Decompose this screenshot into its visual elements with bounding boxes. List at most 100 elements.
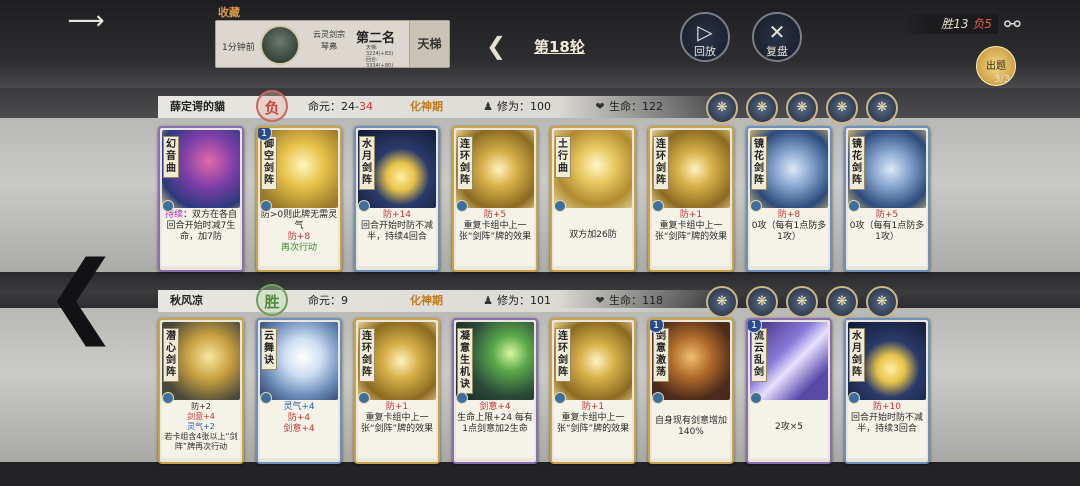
cultivation-text: 修为：100 bbox=[497, 100, 551, 113]
desc-qi: 灵气+4 bbox=[283, 402, 315, 412]
gem-icon bbox=[652, 392, 664, 404]
desc-text: 双方加26防 bbox=[569, 230, 617, 240]
replay-label: 回放 bbox=[694, 45, 716, 58]
card[interactable]: 土行曲 双方加26防 bbox=[550, 126, 636, 272]
skill-icon[interactable]: ❋ bbox=[826, 286, 858, 318]
review-label: 复盘 bbox=[766, 45, 788, 58]
round-title[interactable]: 第18轮 bbox=[534, 36, 585, 57]
chevron-left-icon[interactable]: ❮ bbox=[44, 250, 119, 340]
win-count: 胜13 bbox=[941, 17, 969, 31]
card-desc: 持续：双方在各自回合开始时减7生命，加7防 bbox=[162, 208, 240, 266]
card-name: 连环剑阵 bbox=[359, 328, 375, 382]
card-desc: 防+1 重复卡组中上一张“剑阵”牌的效果 bbox=[652, 208, 730, 266]
skill-icon[interactable]: ❋ bbox=[786, 92, 818, 124]
player1-result: 负 bbox=[256, 90, 288, 122]
player1-header: 薛定谔的貓 负 命元：24-34 化神期 ♟ 修为：100 ❤ 生命：122 bbox=[158, 90, 728, 122]
card-desc: 2攻×5 bbox=[750, 400, 828, 458]
player2-name: 秋风凉 bbox=[170, 294, 203, 307]
card[interactable]: 云舞诀 灵气+4 防+4 剑意+4 bbox=[256, 318, 342, 464]
card[interactable]: 水月剑阵 防+14 回合开始时防不减半，持续4回合 bbox=[354, 126, 440, 272]
card-desc: 灵气+4 防+4 剑意+4 bbox=[260, 400, 338, 458]
level-progress: 3/3 bbox=[994, 74, 1011, 85]
card[interactable]: 剑意激荡 1 自身现有剑意增加140% bbox=[648, 318, 734, 464]
back-arrow-icon[interactable]: ⟶ bbox=[64, 6, 108, 36]
desc-text: 自身现有剑意增加140% bbox=[654, 416, 727, 437]
card-name: 土行曲 bbox=[555, 136, 571, 178]
card-name: 水月剑阵 bbox=[359, 136, 375, 190]
avatar bbox=[260, 25, 300, 65]
win-loss-score: 胜13 负5 bbox=[902, 14, 998, 34]
share-icon[interactable]: ⚯ bbox=[1004, 12, 1021, 36]
skill-icon[interactable]: ❋ bbox=[786, 286, 818, 318]
card-name: 御空剑阵 bbox=[261, 136, 277, 190]
card-name: 连环剑阵 bbox=[457, 136, 473, 190]
card[interactable]: 镜花剑阵 防+8 0攻（每有1点防多1攻） bbox=[746, 126, 832, 272]
skill-icon[interactable]: ❋ bbox=[746, 286, 778, 318]
skill-icon[interactable]: ❋ bbox=[706, 286, 738, 318]
card[interactable]: 连环剑阵 防+5 重复卡组中上一张“剑阵”牌的效果 bbox=[452, 126, 538, 272]
player2-result: 胜 bbox=[256, 284, 288, 316]
crossed-swords-icon: ✕ bbox=[768, 20, 786, 44]
card-name: 幻音曲 bbox=[163, 136, 179, 178]
life-value: 9 bbox=[341, 294, 348, 307]
skill-icon[interactable]: ❋ bbox=[746, 92, 778, 124]
desc-def: 防+1 bbox=[581, 402, 605, 412]
review-button[interactable]: ✕ 复盘 bbox=[752, 12, 802, 62]
gem-icon bbox=[750, 200, 762, 212]
battle-replay-screen: ⟶ 收藏 1分钟前 云灵剑宗 琴弗 第二名 天梯: 3224(+83) 回合: 3… bbox=[0, 0, 1080, 486]
record-panel[interactable]: 1分钟前 云灵剑宗 琴弗 第二名 天梯: 3224(+83) 回合: 3334(+… bbox=[215, 20, 450, 69]
rec-stat-4: 3334(+80) bbox=[366, 63, 394, 69]
desc-text: 回合开始时防不减半，持续3回合 bbox=[850, 413, 923, 434]
gem-icon bbox=[848, 392, 860, 404]
desc-def: 防+4 bbox=[287, 413, 311, 423]
favorite-label[interactable]: 收藏 bbox=[218, 4, 240, 20]
skill-icon[interactable]: ❋ bbox=[866, 92, 898, 124]
card-name: 剑意激荡 bbox=[653, 328, 669, 382]
record-sect: 云灵剑宗 琴弗 bbox=[304, 29, 354, 53]
card[interactable]: 连环剑阵 防+1 重复卡组中上一张“剑阵”牌的效果 bbox=[550, 318, 636, 464]
card-desc: 防+5 0攻（每有1点防多1攻） bbox=[848, 208, 926, 266]
replay-button[interactable]: ▷ 回放 bbox=[680, 12, 730, 62]
card[interactable]: 镜花剑阵 防+5 0攻（每有1点防多1攻） bbox=[844, 126, 930, 272]
card-desc: 防+2 剑意+4 灵气+2 若卡组含4张以上“剑阵”牌再次行动 bbox=[162, 400, 240, 458]
prev-round-icon[interactable]: ❮ bbox=[486, 32, 506, 60]
skill-icon[interactable]: ❋ bbox=[706, 92, 738, 124]
desc-def: 防+8 bbox=[287, 232, 311, 242]
card-name: 连环剑阵 bbox=[653, 136, 669, 190]
card-name: 连环剑阵 bbox=[555, 328, 571, 382]
gem-icon bbox=[358, 392, 370, 404]
gem-icon bbox=[260, 200, 272, 212]
card-name: 潜心剑阵 bbox=[163, 328, 179, 382]
hp-text: 生命：122 bbox=[609, 100, 663, 113]
desc-def: 防+8 bbox=[777, 210, 801, 220]
desc-text: 重复卡组中上一张“剑阵”牌的效果 bbox=[360, 413, 434, 434]
desc-def: 防+5 bbox=[483, 210, 507, 220]
card-desc: 防+1 重复卡组中上一张“剑阵”牌的效果 bbox=[554, 400, 632, 458]
gem-icon bbox=[260, 392, 272, 404]
card-desc: 防+14 回合开始时防不减半，持续4回合 bbox=[358, 208, 436, 266]
skill-icon[interactable]: ❋ bbox=[826, 92, 858, 124]
player2-realm: 化神期 bbox=[410, 294, 443, 307]
gem-icon bbox=[750, 392, 762, 404]
gem-icon bbox=[162, 200, 174, 212]
card[interactable]: 凝意生机诀 剑意+4 生命上限+24 每有1点剑意加2生命 bbox=[452, 318, 538, 464]
card-name: 凝意生机诀 bbox=[457, 328, 473, 394]
desc-text: 若卡组含4张以上“剑阵”牌再次行动 bbox=[164, 432, 238, 451]
card[interactable]: 流云乱剑 1 2攻×5 bbox=[746, 318, 832, 464]
card-desc: 双方加26防 bbox=[554, 208, 632, 266]
record-time: 1分钟前 bbox=[222, 43, 255, 53]
desc-text: 回合开始时防不减半，持续4回合 bbox=[360, 221, 433, 242]
desc-text: 重复卡组中上一张“剑阵”牌的效果 bbox=[654, 221, 728, 242]
card[interactable]: 连环剑阵 防+1 重复卡组中上一张“剑阵”牌的效果 bbox=[354, 318, 440, 464]
card[interactable]: 连环剑阵 防+1 重复卡组中上一张“剑阵”牌的效果 bbox=[648, 126, 734, 272]
card[interactable]: 水月剑阵 防+10 回合开始时防不减半，持续3回合 bbox=[844, 318, 930, 464]
desc-sword: 剑意+4 bbox=[479, 402, 511, 412]
player1-life: 命元：24-34 bbox=[308, 96, 373, 118]
card-name: 水月剑阵 bbox=[849, 328, 865, 382]
cultivation-text: 修为：101 bbox=[497, 294, 551, 307]
skill-icon[interactable]: ❋ bbox=[866, 286, 898, 318]
card[interactable]: 潜心剑阵 防+2 剑意+4 灵气+2 若卡组含4张以上“剑阵”牌再次行动 bbox=[158, 318, 244, 464]
card[interactable]: 御空剑阵 1 防>0则此牌无需灵气 防+8 再次行动 bbox=[256, 126, 342, 272]
card-name: 镜花剑阵 bbox=[751, 136, 767, 190]
card[interactable]: 幻音曲 持续：双方在各自回合开始时减7生命，加7防 bbox=[158, 126, 244, 272]
